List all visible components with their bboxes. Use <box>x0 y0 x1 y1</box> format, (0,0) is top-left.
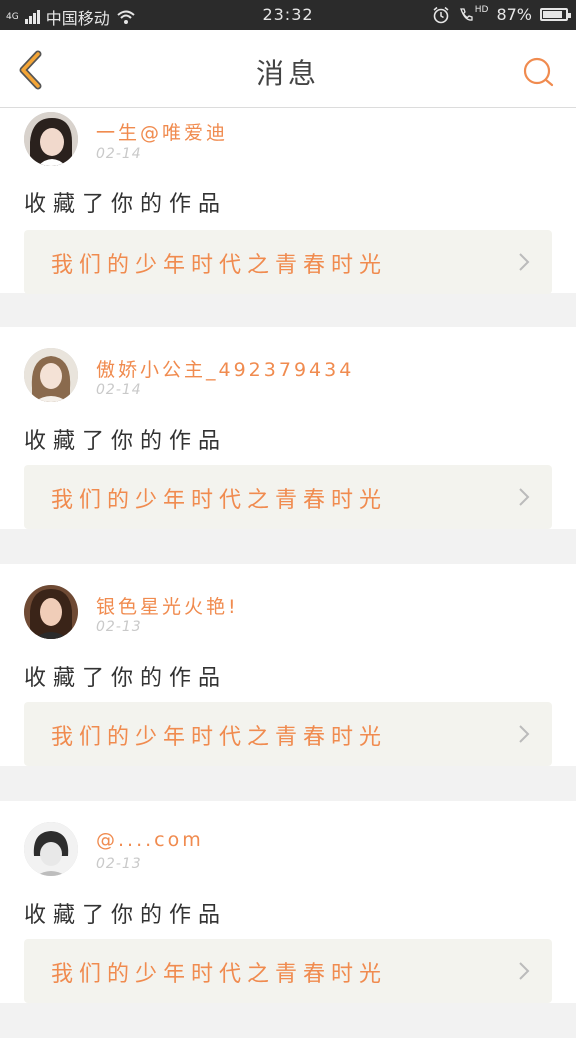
avatar[interactable] <box>24 112 78 166</box>
work-title: 我们的少年时代之青春时光 <box>51 962 388 987</box>
battery-percent: 87% <box>496 5 532 24</box>
user-name[interactable]: 傲娇小公主_492379434 <box>96 355 354 382</box>
message-date: 02-13 <box>96 856 142 872</box>
message-text: 收藏了你的作品 <box>24 666 228 691</box>
user-name[interactable]: @....com <box>96 829 204 851</box>
message-date: 02-14 <box>96 146 142 162</box>
hd-label: HD <box>474 4 489 15</box>
chevron-right-icon <box>519 488 530 506</box>
message-text: 收藏了你的作品 <box>24 429 228 454</box>
work-link[interactable]: 我们的少年时代之青春时光 <box>24 465 552 529</box>
avatar[interactable] <box>24 348 78 402</box>
work-title: 我们的少年时代之青春时光 <box>51 725 388 750</box>
chevron-right-icon <box>519 962 530 980</box>
battery-icon <box>540 8 571 21</box>
message-text: 收藏了你的作品 <box>24 903 228 928</box>
page-title: 消息 <box>255 57 320 90</box>
work-link[interactable]: 我们的少年时代之青春时光 <box>24 230 552 294</box>
work-link[interactable]: 我们的少年时代之青春时光 <box>24 702 552 766</box>
message-card: 银色星光火艳! 02-13 收藏了你的作品 我们的少年时代之青春时光 <box>0 564 576 766</box>
message-card: 一生@唯爱迪 02-14 收藏了你的作品 我们的少年时代之青春时光 <box>0 108 576 294</box>
message-date: 02-14 <box>96 382 142 398</box>
work-link[interactable]: 我们的少年时代之青春时光 <box>24 939 552 1003</box>
alarm-clock-icon <box>433 6 449 23</box>
chevron-right-icon <box>519 725 530 743</box>
chevron-right-icon <box>519 253 530 271</box>
message-date: 02-13 <box>96 619 142 635</box>
user-name[interactable]: 银色星光火艳! <box>96 592 239 619</box>
message-text: 收藏了你的作品 <box>24 192 228 217</box>
search-icon[interactable] <box>520 54 556 90</box>
work-title: 我们的少年时代之青春时光 <box>51 253 388 278</box>
hd-call-icon: HD <box>458 4 489 23</box>
message-card: 傲娇小公主_492379434 02-14 收藏了你的作品 我们的少年时代之青春… <box>0 327 576 529</box>
top-nav-bar: 消息 <box>0 30 576 108</box>
user-name[interactable]: 一生@唯爱迪 <box>96 118 228 145</box>
work-title: 我们的少年时代之青春时光 <box>51 488 388 513</box>
status-right: HD 87% <box>432 4 571 24</box>
message-list: 一生@唯爱迪 02-14 收藏了你的作品 我们的少年时代之青春时光 傲娇小公主_… <box>0 108 576 1038</box>
avatar[interactable] <box>24 822 78 876</box>
message-card: @....com 02-13 收藏了你的作品 我们的少年时代之青春时光 <box>0 801 576 1003</box>
avatar[interactable] <box>24 585 78 639</box>
status-bar: 4G 中国移动 23:32 HD 87% <box>0 0 576 30</box>
